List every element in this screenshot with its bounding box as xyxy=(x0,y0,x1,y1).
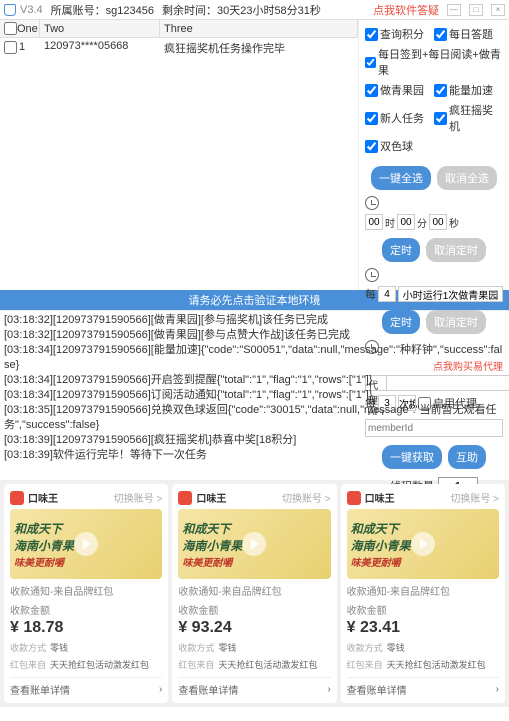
shield-icon xyxy=(4,4,16,16)
col-three[interactable]: Three xyxy=(160,20,358,37)
chk-energy[interactable] xyxy=(434,84,447,97)
col-two[interactable]: Two xyxy=(40,20,160,37)
row-checkbox[interactable] xyxy=(4,41,17,54)
view-bill-link[interactable]: 查看账单详情› xyxy=(10,677,162,697)
version: V3.4 xyxy=(20,4,43,16)
min-input[interactable] xyxy=(397,214,415,230)
buy-proxy-link[interactable]: 点我购买易代理 xyxy=(365,358,503,373)
view-bill-link[interactable]: 查看账单详情› xyxy=(347,677,499,697)
minimize-button[interactable]: — xyxy=(447,4,461,16)
cancel-timer-button[interactable]: 取消定时 xyxy=(426,238,486,262)
timer2-button[interactable]: 定时 xyxy=(382,310,420,334)
col-one[interactable]: One xyxy=(0,20,40,37)
maximize-button[interactable]: □ xyxy=(469,4,483,16)
play-icon[interactable] xyxy=(74,532,98,556)
get-key-button[interactable]: 一键获取 xyxy=(382,445,442,469)
close-button[interactable]: × xyxy=(491,4,505,16)
member-id-input[interactable] xyxy=(365,419,503,437)
card-image[interactable]: 和成天下 海南小青果 味美更耐嚼 xyxy=(347,509,499,579)
card-image[interactable]: 和成天下 海南小青果 味美更耐嚼 xyxy=(10,509,162,579)
mutual-button[interactable]: 互助 xyxy=(448,445,486,469)
select-all-checkbox[interactable] xyxy=(4,22,17,35)
brand-icon xyxy=(347,491,361,505)
help-link[interactable]: 点我软件答疑 xyxy=(373,2,439,18)
brand-icon xyxy=(10,491,24,505)
chk-daily-signin[interactable] xyxy=(365,57,376,68)
payment-card[interactable]: 口味王切换账号 > 和成天下 海南小青果 味美更耐嚼 收款通知-来自品牌红包 收… xyxy=(4,484,168,703)
chevron-right-icon: › xyxy=(327,684,330,695)
play-icon[interactable] xyxy=(411,532,435,556)
brand-icon xyxy=(178,491,192,505)
clock-icon xyxy=(365,268,379,282)
sched-desc[interactable] xyxy=(398,286,503,302)
chk-newbie[interactable] xyxy=(365,112,378,125)
chevron-right-icon: › xyxy=(159,684,162,695)
hour-input[interactable] xyxy=(365,214,383,230)
chk-double-ball[interactable] xyxy=(365,140,378,153)
switch-account-link[interactable]: 切换账号 > xyxy=(282,490,331,505)
chk-daily-answer[interactable] xyxy=(434,28,447,41)
options-panel: 查询积分 每日答题 每日签到+每日阅读+做青果 做青果园 能量加速 新人任务 疯… xyxy=(358,20,509,290)
sched-interval-input[interactable] xyxy=(378,286,396,302)
api-input[interactable] xyxy=(387,375,509,391)
view-bill-link[interactable]: 查看账单详情› xyxy=(178,677,330,697)
play-icon[interactable] xyxy=(242,532,266,556)
table-panel: One Two Three 1 120973****05668 疯狂摇奖机任务操… xyxy=(0,20,358,290)
chk-query-points[interactable] xyxy=(365,28,378,41)
clock-icon xyxy=(365,340,379,354)
sec-input[interactable] xyxy=(429,214,447,230)
account-label: 所属账号：sg123456 xyxy=(51,2,154,18)
select-all-button[interactable]: 一键全选 xyxy=(371,166,431,190)
chk-orchard[interactable] xyxy=(365,84,378,97)
timer-inputs: 时 分 秒 xyxy=(365,214,503,230)
remain-time: 剩余时间：30天23小时58分31秒 xyxy=(162,2,321,18)
card-image[interactable]: 和成天下 海南小青果 味美更耐嚼 xyxy=(178,509,330,579)
timer-button[interactable]: 定时 xyxy=(382,238,420,262)
clock-icon xyxy=(365,196,379,210)
switch-account-link[interactable]: 切换账号 > xyxy=(114,490,163,505)
cancel-timer2-button[interactable]: 取消定时 xyxy=(426,310,486,334)
table-row[interactable]: 1 120973****05668 疯狂摇奖机任务操作完毕 xyxy=(0,38,358,56)
cards-row: 口味王切换账号 > 和成天下 海南小青果 味美更耐嚼 收款通知-来自品牌红包 收… xyxy=(0,480,509,707)
titlebar: V3.4 所属账号：sg123456 剩余时间：30天23小时58分31秒 点我… xyxy=(0,0,509,20)
switch-account-link[interactable]: 切换账号 > xyxy=(450,490,499,505)
payment-card[interactable]: 口味王切换账号 > 和成天下 海南小青果 味美更耐嚼 收款通知-来自品牌红包 收… xyxy=(172,484,336,703)
chk-crazy-lottery[interactable] xyxy=(434,112,447,125)
payment-card[interactable]: 口味王切换账号 > 和成天下 海南小青果 味美更耐嚼 收款通知-来自品牌红包 收… xyxy=(341,484,505,703)
deselect-all-button[interactable]: 取消全选 xyxy=(437,166,497,190)
chevron-right-icon: › xyxy=(496,684,499,695)
